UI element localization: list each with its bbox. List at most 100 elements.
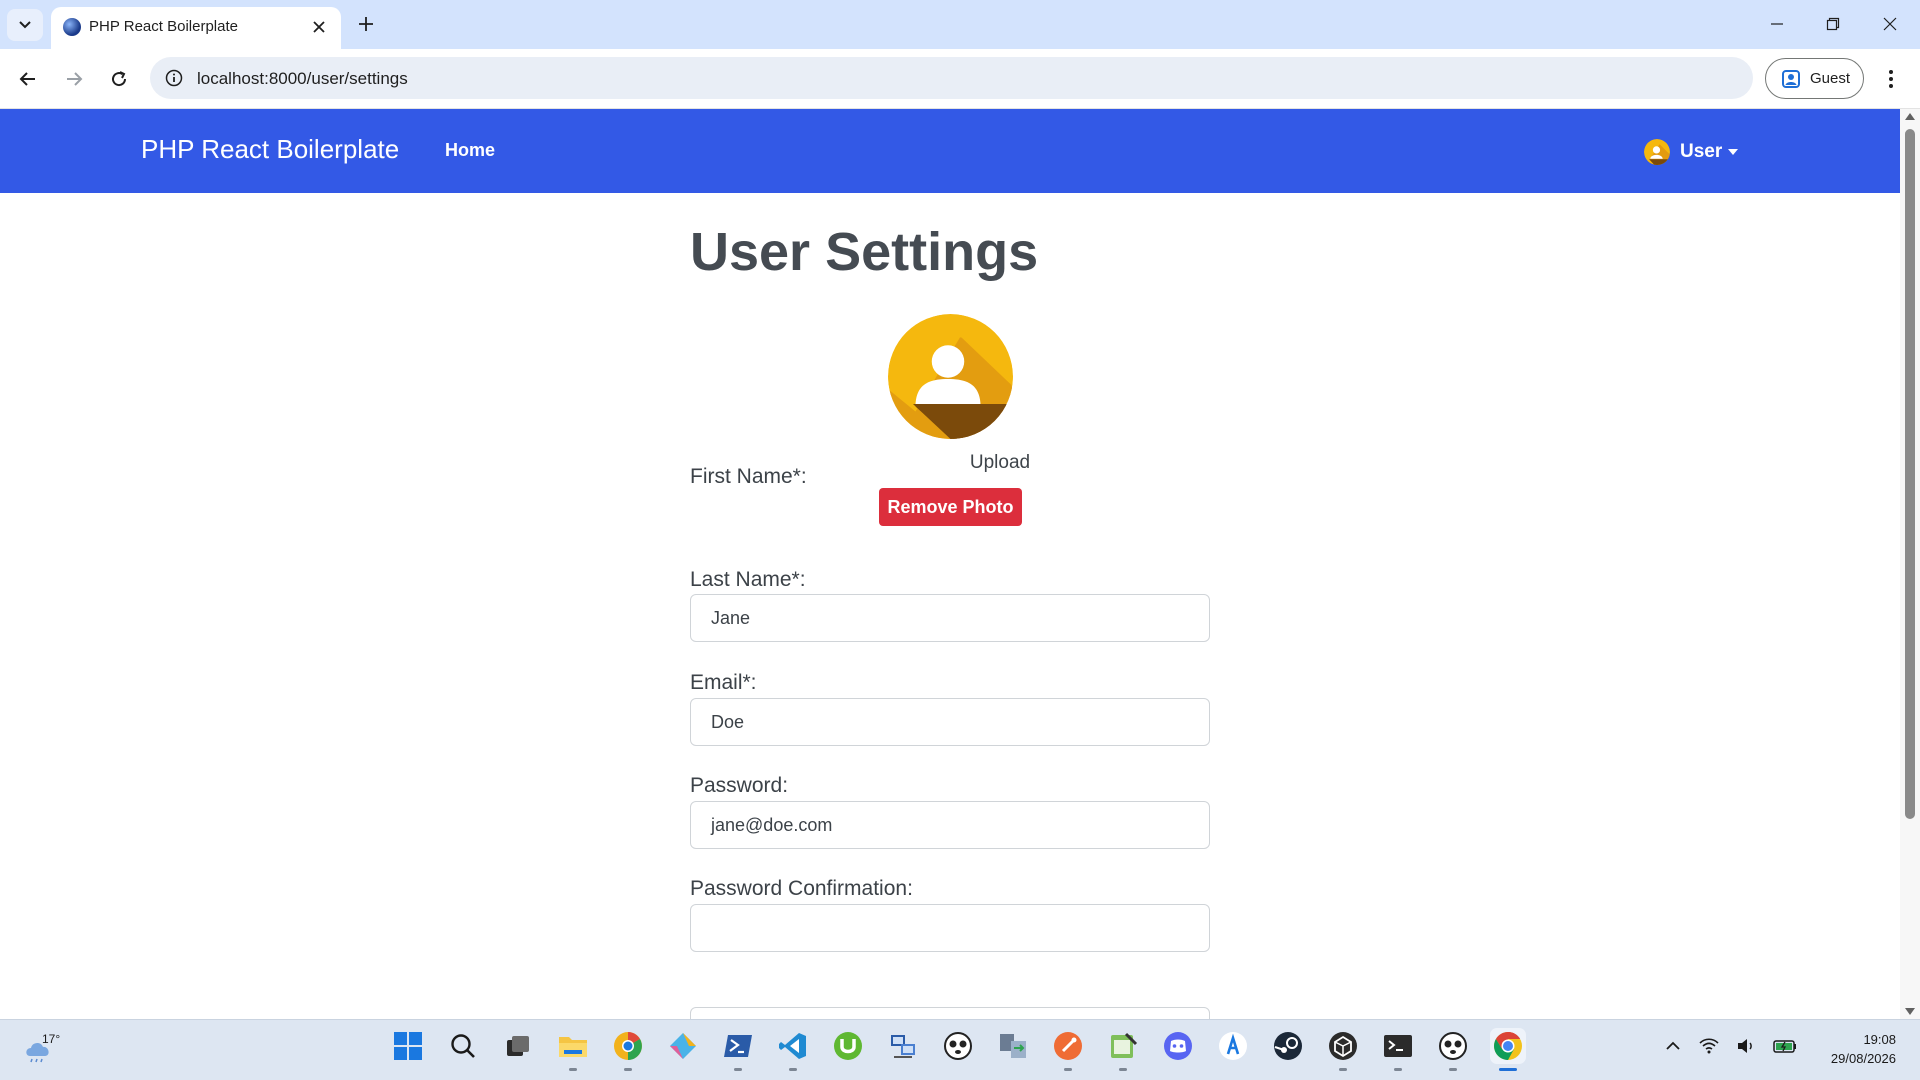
minimize-button[interactable]	[1753, 6, 1801, 42]
last-name-label: Last Name*:	[690, 568, 806, 591]
page-viewport: PHP React Boilerplate Home User User Set…	[0, 109, 1900, 1019]
profile-label: Guest	[1810, 70, 1851, 87]
file-transfer-icon	[1000, 1034, 1026, 1058]
utorrent-button[interactable]	[830, 1028, 866, 1064]
globe-icon	[63, 18, 81, 36]
terminal-button[interactable]	[1380, 1028, 1416, 1071]
running-indicator	[1064, 1068, 1072, 1071]
chrome-button[interactable]	[1490, 1028, 1526, 1071]
chrome-icon	[1494, 1032, 1522, 1060]
close-window-button[interactable]	[1866, 6, 1914, 42]
browser-tab-strip: PHP React Boilerplate	[0, 0, 1920, 49]
file-explorer-button[interactable]	[555, 1028, 591, 1071]
chrome-canary-button[interactable]	[610, 1028, 646, 1071]
tab-close-button[interactable]	[307, 15, 331, 39]
postman-button[interactable]	[1050, 1028, 1086, 1071]
last-name-value: Doe	[711, 711, 745, 732]
profile-photo[interactable]	[888, 314, 1013, 439]
plus-icon	[359, 17, 373, 31]
notepad-button[interactable]	[1105, 1028, 1141, 1071]
notepad-icon	[1111, 1032, 1138, 1058]
app-store-button[interactable]	[1215, 1028, 1251, 1064]
battery-icon[interactable]	[1773, 1038, 1797, 1054]
wifi-icon[interactable]	[1699, 1038, 1719, 1054]
panda-app-button[interactable]	[940, 1028, 976, 1064]
powershell-button[interactable]	[720, 1028, 756, 1071]
terminal-icon	[1384, 1035, 1412, 1057]
first-name-value: Jane	[711, 607, 751, 628]
browser-tab[interactable]: PHP React Boilerplate	[51, 7, 341, 49]
start-button[interactable]	[390, 1028, 426, 1064]
tab-search-button[interactable]	[7, 9, 43, 41]
browser-toolbar: localhost:8000/user/settings Guest	[0, 49, 1920, 109]
caret-down-icon	[1728, 149, 1739, 155]
folder-icon	[559, 1037, 587, 1057]
chevron-up-icon[interactable]	[1665, 1040, 1681, 1052]
search-button[interactable]	[445, 1028, 481, 1064]
running-indicator	[1449, 1068, 1457, 1071]
address-bar[interactable]: localhost:8000/user/settings	[150, 57, 1753, 99]
running-indicator	[569, 1068, 577, 1071]
user-avatar-icon	[888, 314, 1013, 439]
site-info-button[interactable]	[160, 64, 188, 92]
profile-button[interactable]: Guest	[1765, 58, 1864, 99]
person-icon	[1782, 69, 1800, 88]
password-confirmation-field[interactable]	[690, 1007, 1210, 1019]
close-icon	[313, 21, 325, 33]
running-indicator	[1394, 1068, 1402, 1071]
upload-label[interactable]: Upload	[970, 452, 1030, 474]
git-client-button[interactable]	[665, 1028, 701, 1064]
forward-button[interactable]	[56, 61, 92, 97]
chrome-canary-icon	[614, 1032, 642, 1060]
steam-button[interactable]	[1270, 1028, 1306, 1064]
scroll-down-arrow-icon[interactable]	[1905, 1008, 1915, 1015]
reload-button[interactable]	[101, 61, 137, 97]
app-navbar: PHP React Boilerplate Home User	[0, 109, 1900, 193]
panda-app-icon	[944, 1032, 972, 1060]
url-text[interactable]: localhost:8000/user/settings	[197, 69, 408, 89]
discord-button[interactable]	[1160, 1028, 1196, 1064]
vscode-icon	[779, 1033, 806, 1059]
new-tab-button[interactable]	[352, 10, 380, 38]
browser-menu-button[interactable]	[1876, 61, 1906, 97]
network-tool-button[interactable]	[885, 1028, 921, 1064]
running-indicator	[1119, 1068, 1127, 1071]
email-field[interactable]: jane@doe.com	[690, 801, 1210, 849]
arrow-left-icon	[19, 72, 35, 86]
unity-icon	[1329, 1032, 1357, 1060]
first-name-field[interactable]: Jane	[690, 594, 1210, 642]
utorrent-icon	[834, 1032, 862, 1060]
panda-app-button[interactable]	[1435, 1028, 1471, 1071]
last-name-field[interactable]: Doe	[690, 698, 1210, 746]
back-button[interactable]	[10, 61, 46, 97]
page-scrollbar[interactable]	[1900, 109, 1920, 1019]
system-clock[interactable]: 19:08 29/08/2026	[1810, 1030, 1896, 1068]
weather-temperature: 17°	[42, 1032, 61, 1046]
info-icon	[165, 69, 183, 87]
first-name-label: First Name*:	[690, 465, 807, 488]
file-transfer-button[interactable]	[995, 1028, 1031, 1064]
minimize-icon	[1771, 23, 1783, 25]
task-view-button[interactable]	[500, 1028, 536, 1064]
remove-photo-button[interactable]: Remove Photo	[879, 488, 1022, 526]
restore-button[interactable]	[1809, 6, 1857, 42]
volume-icon[interactable]	[1737, 1038, 1755, 1054]
vscode-button[interactable]	[775, 1028, 811, 1071]
user-dropdown-toggle[interactable]: User	[1644, 139, 1739, 165]
password-field[interactable]	[690, 904, 1210, 952]
running-indicator	[1499, 1068, 1517, 1071]
task-view-icon	[507, 1036, 529, 1056]
system-tray	[1665, 1038, 1797, 1054]
scrollbar-thumb[interactable]	[1905, 129, 1915, 819]
unity-button[interactable]	[1325, 1028, 1361, 1071]
postman-icon	[1054, 1032, 1082, 1060]
more-vertical-icon	[1889, 70, 1893, 88]
running-indicator	[734, 1068, 742, 1071]
discord-icon	[1164, 1032, 1192, 1060]
nav-home-link[interactable]: Home	[445, 140, 495, 161]
upload-photo-link[interactable]: Upload	[0, 452, 1900, 474]
password-label: Password:	[690, 774, 789, 797]
scroll-up-arrow-icon[interactable]	[1905, 113, 1915, 120]
brand-link[interactable]: PHP React Boilerplate	[141, 134, 399, 165]
tab-title: PHP React Boilerplate	[89, 18, 238, 35]
